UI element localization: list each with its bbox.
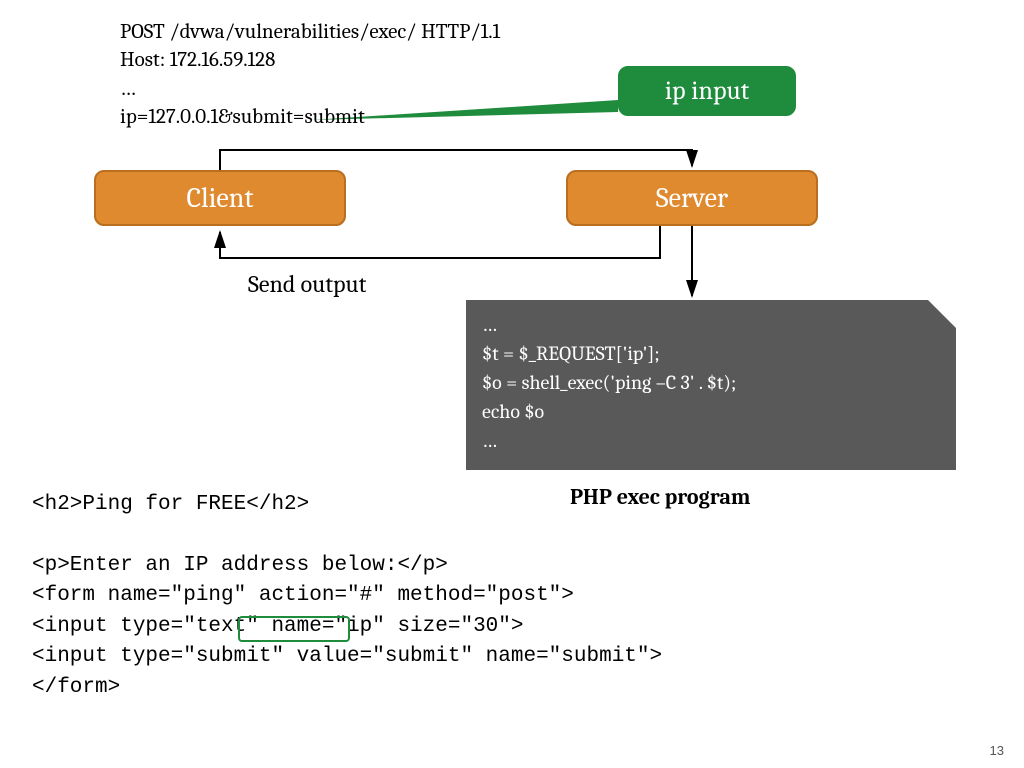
code-line: …	[482, 426, 940, 455]
http-request-text: POST /dvwa/vulnerabilities/exec/ HTTP/1.…	[120, 18, 500, 131]
callout-label: ip input	[665, 76, 749, 106]
client-label: Client	[187, 182, 254, 214]
name-ip-highlight	[238, 616, 350, 642]
code-line: <p>Enter an IP address below:</p>	[32, 554, 448, 577]
code-line: $o = shell_exec('ping –C 3' . $t);	[482, 368, 940, 397]
http-line: …	[120, 75, 500, 103]
code-line: $t = $_REQUEST['ip'];	[482, 339, 940, 368]
send-output-label: Send output	[248, 270, 366, 298]
html-source-code: <h2>Ping for FREE</h2> <p>Enter an IP ad…	[32, 490, 662, 703]
page-number: 13	[990, 743, 1004, 758]
code-line: <h2>Ping for FREE</h2>	[32, 493, 309, 516]
code-line: <input type="submit" value="submit" name…	[32, 645, 662, 668]
http-line: POST /dvwa/vulnerabilities/exec/ HTTP/1.…	[120, 18, 500, 46]
server-label: Server	[656, 182, 728, 214]
php-code-box: … $t = $_REQUEST['ip']; $o = shell_exec(…	[466, 300, 956, 470]
code-line: …	[482, 310, 940, 339]
http-line: Host: 172.16.59.128	[120, 46, 500, 74]
ip-input-callout: ip input	[618, 66, 796, 116]
code-line: </form>	[32, 676, 120, 699]
client-node: Client	[94, 170, 346, 226]
server-node: Server	[566, 170, 818, 226]
code-line: <form name="ping" action="#" method="pos…	[32, 584, 574, 607]
code-line: echo $o	[482, 397, 940, 426]
http-line: ip=127.0.0.1&submit=submit	[120, 103, 500, 131]
